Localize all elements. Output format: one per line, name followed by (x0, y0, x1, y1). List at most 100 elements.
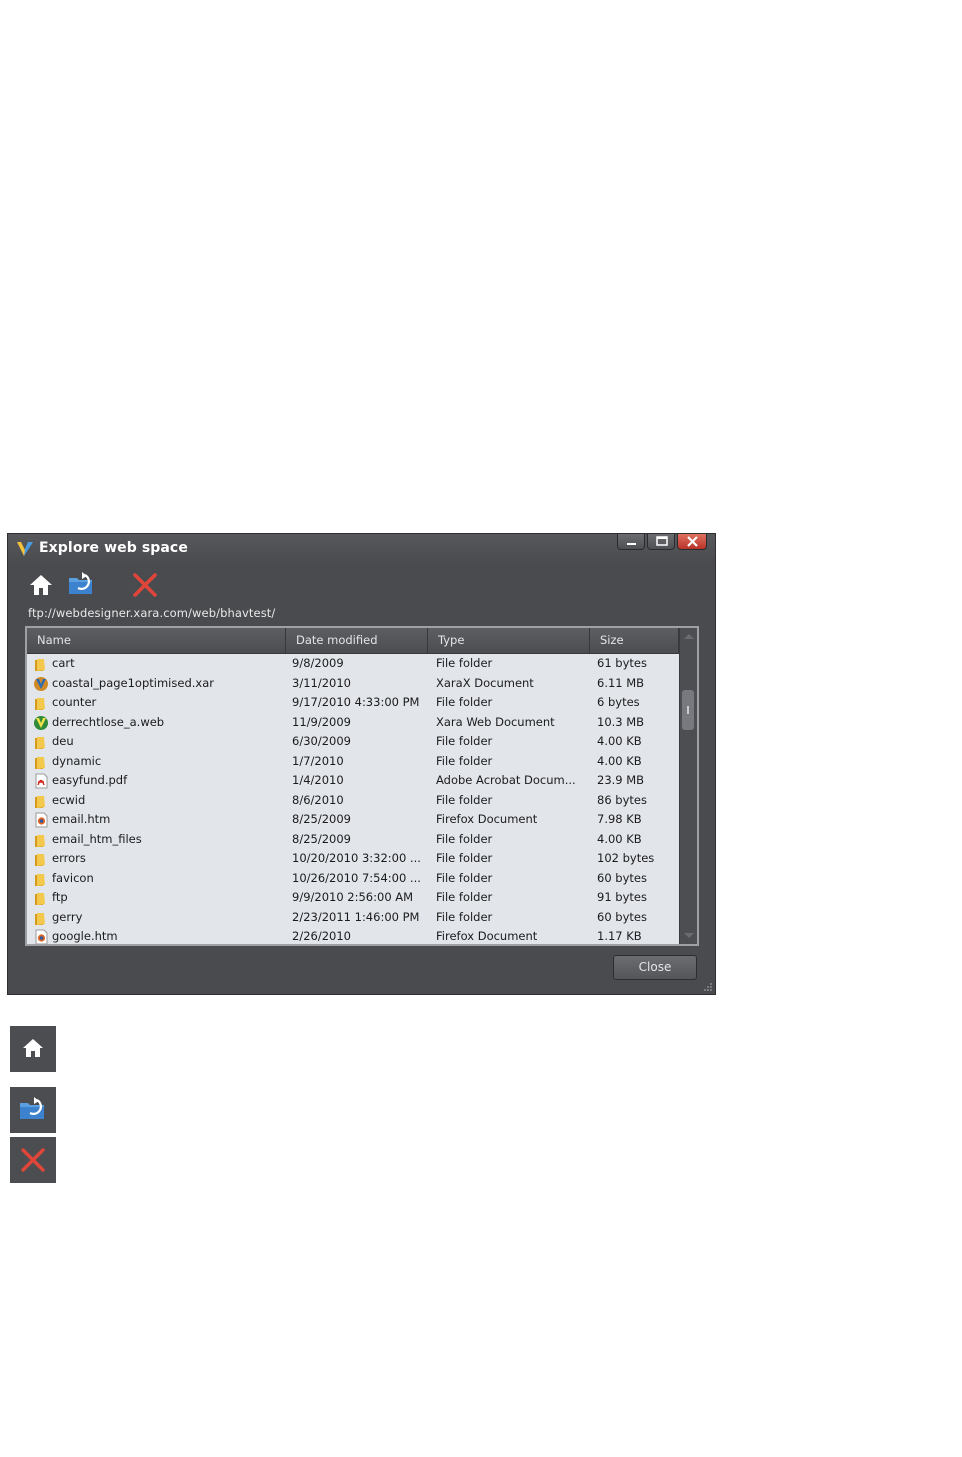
file-date: 11/9/2009 (292, 714, 351, 729)
file-type: File folder (436, 792, 493, 807)
file-name: errors (52, 851, 86, 865)
column-header-date[interactable]: Date modified (286, 628, 428, 653)
file-row[interactable]: google.htm 2/26/2010 Firefox Document 1.17 … (27, 927, 679, 944)
title-bar[interactable]: Explore web space (8, 534, 715, 564)
scroll-up-icon[interactable] (684, 634, 694, 639)
maximize-button[interactable] (647, 534, 675, 550)
file-row[interactable]: deu 6/30/2009 File folder 4.00 KB (27, 732, 679, 752)
file-date: 8/6/2010 (292, 792, 344, 807)
file-size: 4.00 KB (597, 734, 642, 748)
delete-button[interactable] (130, 570, 160, 600)
file-row[interactable]: favicon 10/26/2010 7:54:00 ... File folder… (27, 869, 679, 889)
folder-icon (33, 890, 49, 906)
folder-icon (33, 851, 49, 867)
close-button[interactable]: Close (613, 955, 697, 980)
folder-refresh-icon (20, 1097, 44, 1119)
maximize-icon (656, 536, 668, 546)
file-row[interactable]: counter 9/17/2010 4:33:00 PM File folder 6 … (27, 693, 679, 713)
file-row[interactable]: coastal_page1optimised.xar 3/11/2010 XaraX… (27, 674, 679, 694)
window-close-button[interactable] (677, 534, 707, 550)
file-date: 1/7/2010 (292, 753, 344, 768)
firefox-file-icon (33, 929, 49, 944)
grip-icon (687, 706, 689, 714)
file-row[interactable]: ecwid 8/6/2010 File folder 86 bytes (27, 791, 679, 811)
file-row[interactable]: email_htm_files 8/25/2009 File folder 4.00 … (27, 830, 679, 850)
folder-icon (33, 871, 49, 887)
file-size: 60 bytes (597, 909, 647, 924)
list-header: Name Date modified Type Size (27, 628, 679, 654)
file-date: 6/30/2009 (292, 734, 351, 748)
file-date: 8/25/2009 (292, 812, 351, 826)
file-date: 1/4/2010 (292, 773, 344, 787)
file-date: 10/20/2010 3:32:00 ... (292, 851, 421, 865)
file-type: File folder (436, 890, 493, 904)
resize-grip-icon[interactable] (703, 982, 713, 992)
delete-x-icon (133, 573, 157, 597)
folder-icon (33, 734, 49, 750)
file-name: email_htm_files (52, 831, 142, 846)
folder-icon (33, 793, 49, 809)
file-row[interactable]: cart 9/8/2009 File folder 61 bytes (27, 654, 679, 674)
column-header-type[interactable]: Type (428, 628, 590, 653)
explore-web-space-dialog: Explore web space ftp://webdesigner.xara… (7, 533, 716, 995)
home-button[interactable] (26, 570, 56, 600)
file-date: 9/17/2010 4:33:00 PM (292, 695, 420, 709)
file-row[interactable]: dynamic 1/7/2010 File folder 4.00 KB (27, 752, 679, 772)
minimize-button[interactable] (617, 534, 645, 550)
file-row[interactable]: ftp 9/9/2010 2:56:00 AM File folder 91 byte… (27, 888, 679, 908)
file-type: File folder (436, 909, 493, 924)
home-icon (23, 1039, 43, 1057)
file-type: File folder (436, 734, 493, 748)
file-date: 9/9/2010 2:56:00 AM (292, 890, 414, 904)
scroll-thumb[interactable] (682, 690, 694, 730)
file-size: 91 bytes (597, 890, 647, 904)
web-file-icon (33, 715, 49, 731)
folder-icon (33, 754, 49, 770)
file-row[interactable]: gerry 2/23/2011 1:46:00 PM File folder 60 b… (27, 908, 679, 928)
vertical-scrollbar[interactable] (679, 628, 697, 944)
file-size: 102 bytes (597, 851, 655, 865)
file-size: 10.3 MB (597, 714, 645, 729)
file-row[interactable]: errors 10/20/2010 3:32:00 ... File folder 1… (27, 849, 679, 869)
file-size: 61 bytes (597, 656, 647, 670)
refresh-folder-button[interactable] (66, 570, 96, 600)
file-type: File folder (436, 656, 493, 670)
legend-refresh-folder (10, 1087, 56, 1133)
file-row[interactable]: email.htm 8/25/2009 Firefox Document 7.98 K… (27, 810, 679, 830)
file-name: dynamic (52, 753, 102, 768)
column-header-size[interactable]: Size (590, 628, 679, 653)
file-type: File folder (436, 851, 493, 865)
file-row[interactable]: derrechtlose_a.web 11/9/2009 Xara Web Docu… (27, 713, 679, 733)
delete-x-icon (21, 1148, 45, 1172)
folder-icon (33, 832, 49, 848)
file-name: ecwid (52, 792, 86, 807)
file-type: XaraX Document (436, 675, 534, 690)
folder-icon (33, 656, 49, 672)
file-name: derrechtlose_a.web (52, 714, 165, 729)
file-date: 8/25/2009 (292, 831, 351, 846)
xar-file-icon (33, 676, 49, 692)
file-size: 6 bytes (597, 695, 640, 709)
window-title: Explore web space (39, 540, 188, 556)
file-size: 23.9 MB (597, 773, 645, 787)
file-name: deu (52, 734, 74, 748)
file-date: 3/11/2010 (292, 675, 351, 690)
pdf-file-icon (33, 773, 49, 789)
folder-icon (33, 695, 49, 711)
file-type: Firefox Document (436, 812, 538, 826)
column-header-name[interactable]: Name (27, 628, 286, 653)
home-icon (30, 575, 52, 595)
legend-home (10, 1026, 56, 1072)
file-size: 4.00 KB (597, 753, 642, 768)
legend-delete (10, 1137, 56, 1183)
file-type: Firefox Document (436, 929, 538, 943)
file-row[interactable]: easyfund.pdf 1/4/2010 Adobe Acrobat Docum.… (27, 771, 679, 791)
xara-logo-icon (17, 542, 33, 556)
file-list[interactable]: Name Date modified Type Size cart 9/8/200… (25, 626, 699, 946)
file-size: 1.17 KB (597, 929, 642, 943)
scroll-down-icon[interactable] (684, 933, 694, 938)
file-name: gerry (52, 909, 83, 924)
file-type: File folder (436, 695, 493, 709)
file-date: 2/26/2010 (292, 929, 351, 943)
file-date: 10/26/2010 7:54:00 ... (292, 870, 421, 885)
